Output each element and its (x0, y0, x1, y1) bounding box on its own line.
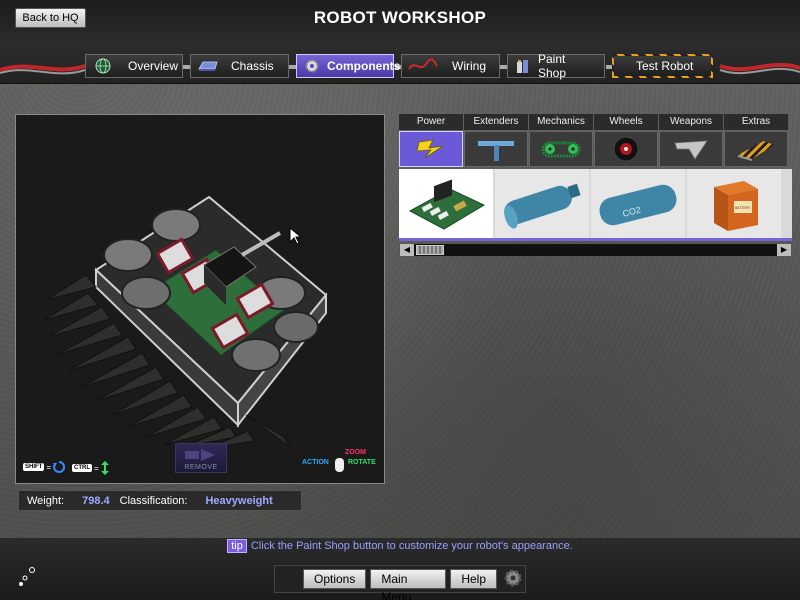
main-menu-bar: Options Main Menu Help (274, 565, 526, 600)
co2-tank-icon: CO2 (599, 184, 677, 226)
tab-overview[interactable]: Overview (85, 54, 183, 78)
workshop-tabs: Overview Chassis Components Wiring Paint… (85, 52, 713, 80)
wire-icon (408, 58, 438, 70)
paint-icon (517, 60, 528, 73)
main-menu-button[interactable]: Main Menu (370, 569, 447, 600)
tip-text: Click the Paint Shop button to customize… (250, 540, 573, 552)
tab-label: Test Robot (636, 59, 694, 73)
component-item-circuit-board[interactable] (399, 169, 493, 238)
chain-drive-icon (541, 141, 581, 158)
blue-cylinder-tank-icon (504, 183, 581, 229)
loading-spinner-icon (19, 567, 35, 586)
gear-right-icon (504, 569, 522, 587)
tip-badge: tip (227, 539, 247, 553)
options-button[interactable]: Options (303, 569, 367, 589)
striped-wedge-icon (738, 141, 774, 161)
category-extras[interactable]: Extras (724, 114, 788, 167)
tab-components[interactable]: Components (296, 54, 400, 78)
remove-label: REMOVE (184, 464, 218, 471)
trash-arrow-icon (185, 449, 215, 461)
robot-model-icon (43, 195, 328, 450)
help-button[interactable]: Help (450, 569, 497, 589)
category-wheels[interactable]: Wheels (594, 114, 658, 167)
robot-stats-bar: Weight: 798.4 Classification: Heavyweigh… (18, 490, 302, 511)
tab-label: Overview (128, 59, 179, 73)
components-panel: Power Extenders Mechanics Wheels Weapons… (399, 114, 792, 260)
category-power[interactable]: Power (399, 114, 463, 167)
category-weapons[interactable]: Weapons (659, 114, 723, 167)
tip-line: tip Click the Paint Shop button to custom… (0, 539, 800, 553)
category-label: Wheels (594, 114, 658, 130)
rotate-label: ROTATE (348, 459, 376, 466)
component-item-strip: CO2 BATTERY (399, 169, 792, 241)
component-scrollbar[interactable]: ◀ ▶ (399, 243, 792, 257)
scroll-thumb[interactable] (416, 245, 444, 255)
category-label: Power (399, 114, 463, 130)
up-down-arrow-icon (100, 461, 109, 475)
action-label: ACTION (302, 459, 329, 466)
circuit-board-icon (408, 179, 486, 230)
category-mechanics[interactable]: Mechanics (529, 114, 593, 167)
tab-label: Chassis (231, 59, 274, 73)
category-label: Extras (724, 114, 788, 130)
component-categories: Power Extenders Mechanics Wheels Weapons… (399, 114, 792, 167)
shift-key-badge: SHIFT (23, 463, 45, 471)
scroll-right-button[interactable]: ▶ (777, 244, 791, 256)
classification-label: Classification: (119, 494, 188, 507)
lightning-icon (416, 139, 444, 159)
weight-value: 798.4 (82, 494, 110, 507)
mouse-icon (335, 458, 344, 472)
footer-bar: tip Click the Paint Shop button to custom… (0, 538, 800, 600)
ctrl-key-badge: CTRL (72, 464, 92, 472)
battery-box-icon: BATTERY (714, 181, 758, 231)
header-bar: Back to HQ ROBOT WORKSHOP Overview Chass… (0, 0, 800, 84)
zoom-label: ZOOM (345, 449, 366, 456)
wheel-icon (613, 136, 639, 162)
category-label: Weapons (659, 114, 723, 130)
tab-wiring[interactable]: Wiring (401, 54, 500, 78)
tab-label: Paint Shop (538, 52, 567, 80)
blade-icon (674, 140, 708, 160)
scroll-left-button[interactable]: ◀ (400, 244, 414, 256)
tab-test-robot[interactable]: Test Robot (612, 54, 713, 78)
component-item-battery-box[interactable]: BATTERY (687, 169, 781, 238)
component-item-blue-tank[interactable] (495, 169, 589, 238)
component-item-co2-tank[interactable]: CO2 (591, 169, 685, 238)
category-extenders[interactable]: Extenders (464, 114, 528, 167)
tab-paint-shop[interactable]: Paint Shop (507, 52, 605, 80)
category-label: Mechanics (529, 114, 593, 130)
weight-label: Weight: (27, 494, 65, 507)
remove-part-button[interactable]: REMOVE (175, 443, 227, 473)
tab-label: Wiring (452, 59, 487, 73)
classification-value: Heavyweight (205, 494, 273, 507)
battery-label: BATTERY (735, 206, 751, 210)
mouse-pointer-icon (289, 227, 303, 245)
globe-icon (95, 58, 111, 74)
shift-rotate-legend: SHIFT = (23, 461, 66, 473)
tab-label: Components (327, 59, 401, 73)
gear-icon (305, 59, 319, 73)
chassis-icon (198, 61, 218, 71)
equals-sign: = (46, 462, 52, 472)
equals-sign: = (94, 463, 99, 473)
mouse-controls-legend: ZOOM ACTION ROTATE (302, 449, 382, 479)
t-bar-icon (478, 141, 514, 161)
tab-chassis[interactable]: Chassis (190, 54, 289, 78)
ctrl-move-legend: CTRL = (72, 461, 109, 475)
category-label: Extenders (464, 114, 528, 130)
robot-3d-viewport[interactable]: SHIFT = CTRL = REMOVE ZOOM ACTION ROTATE (15, 114, 385, 484)
rotate-arrow-icon (53, 461, 66, 473)
page-title: ROBOT WORKSHOP (313, 8, 487, 27)
